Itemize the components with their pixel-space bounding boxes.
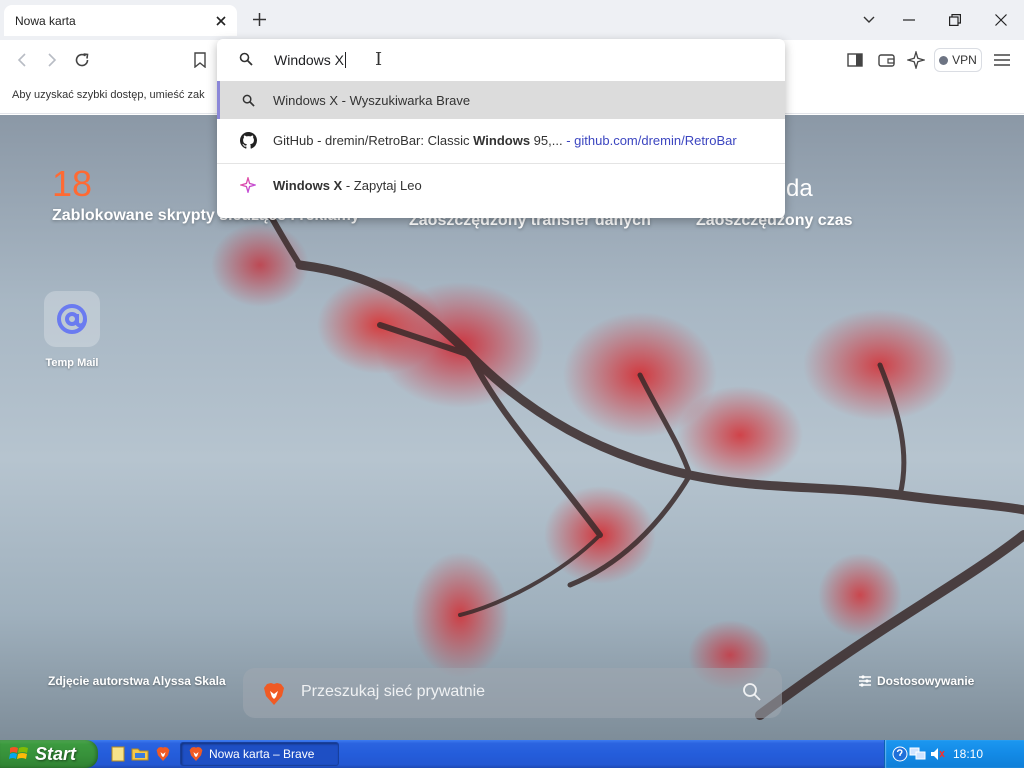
- i-beam-cursor-icon: I: [375, 49, 383, 70]
- document-icon: [111, 746, 125, 762]
- suggestion-query: Windows X: [273, 92, 339, 108]
- address-bar-query: Windows X: [274, 52, 345, 68]
- close-icon: [995, 14, 1007, 26]
- restore-button[interactable]: [940, 6, 970, 34]
- chevron-down-icon: [863, 16, 875, 23]
- minimize-button[interactable]: [894, 6, 924, 34]
- text-caret: [345, 52, 347, 68]
- folder-icon: [131, 748, 149, 761]
- arrow-right-icon: [48, 53, 57, 67]
- bookmark-icon: [194, 52, 206, 68]
- search-icon: [743, 683, 761, 701]
- tab-new-tab[interactable]: Nowa karta: [4, 5, 237, 36]
- start-button[interactable]: Start: [0, 740, 98, 768]
- close-window-button[interactable]: [986, 6, 1016, 34]
- reload-button[interactable]: [70, 48, 94, 72]
- suggestion-text: GitHub - dremin/RetroBar: Classic Window…: [273, 133, 737, 148]
- top-site-tile[interactable]: Temp Mail: [42, 291, 102, 369]
- customize-label: Dostosowywanie: [877, 674, 975, 688]
- address-bar-text: Windows X: [274, 52, 347, 68]
- volume-muted-icon[interactable]: [928, 745, 946, 763]
- vpn-status-dot: [939, 55, 949, 65]
- back-button[interactable]: [10, 48, 34, 72]
- wallet-button[interactable]: [874, 48, 898, 72]
- suggestion-search-brave[interactable]: Windows X - Wyszukiwarka Brave: [217, 81, 785, 119]
- suggestion-separator: -: [562, 132, 575, 148]
- reload-icon: [75, 53, 89, 67]
- ntp-search-box[interactable]: Przeszukaj sieć prywatnie: [243, 668, 782, 718]
- taskbar: Start Nowa karta – Brave 18:10: [0, 740, 1024, 768]
- stat-time-saved-value-wrap: da: [786, 175, 813, 203]
- vpn-label: VPN: [952, 53, 977, 67]
- network-icon[interactable]: [909, 745, 927, 763]
- suggestion-suffix: - Zapytaj Leo: [342, 177, 422, 193]
- suggestion-rest: 95,...: [530, 132, 563, 148]
- sidebar-icon: [847, 53, 863, 67]
- leo-sparkle-icon: [907, 51, 925, 69]
- suggestion-url: github.com/dremin/RetroBar: [574, 132, 737, 148]
- brave-lion-icon: [264, 683, 284, 705]
- wallet-icon: [877, 54, 895, 67]
- windows-logo-icon: [9, 747, 28, 759]
- system-tray: 18:10: [884, 740, 1024, 768]
- tab-strip: Nowa karta: [0, 0, 1024, 40]
- suggestion-match: Windows: [473, 132, 531, 148]
- brave-lion-icon: [189, 747, 203, 761]
- quicklaunch-brave[interactable]: [153, 744, 173, 764]
- main-menu-button[interactable]: [990, 48, 1014, 72]
- restore-icon: [949, 14, 961, 26]
- tab-title: Nowa karta: [15, 13, 76, 28]
- sliders-icon: [859, 675, 871, 687]
- sidebar-button[interactable]: [843, 48, 867, 72]
- taskbar-item-brave[interactable]: Nowa karta – Brave: [180, 742, 339, 766]
- omnibox-dropdown: Windows X I Windows X - Wyszukiwarka Bra…: [217, 39, 785, 218]
- suggestion-ask-leo[interactable]: Windows X - Zapytaj Leo: [217, 164, 785, 206]
- leo-ai-button[interactable]: [904, 48, 928, 72]
- search-placeholder: Przeszukaj sieć prywatnie: [301, 683, 486, 700]
- arrow-left-icon: [17, 53, 26, 67]
- brave-lion-icon: [156, 747, 170, 761]
- github-icon: [239, 131, 257, 149]
- bookmark-button[interactable]: [188, 48, 212, 72]
- temp-mail-icon: [44, 291, 100, 347]
- suggestion-text: Windows X - Wyszukiwarka Brave: [273, 93, 470, 108]
- leo-sparkle-icon: [239, 176, 257, 194]
- help-icon[interactable]: [891, 745, 909, 763]
- plus-icon: [252, 12, 266, 26]
- quicklaunch-explorer[interactable]: [130, 744, 150, 764]
- taskbar-item-label: Nowa karta – Brave: [209, 747, 315, 761]
- stat-time-value: da: [786, 175, 813, 202]
- suggestion-github-retrobar[interactable]: GitHub - dremin/RetroBar: Classic Window…: [217, 119, 785, 161]
- search-icon: [239, 52, 253, 66]
- clock: 18:10: [953, 747, 984, 761]
- top-site-name: Temp Mail: [45, 357, 99, 369]
- tab-search-button[interactable]: [854, 6, 884, 34]
- customize-button[interactable]: Dostosowywanie: [859, 674, 974, 688]
- suggestion-suffix: - Wyszukiwarka Brave: [338, 92, 471, 108]
- close-tab-icon[interactable]: [209, 9, 233, 33]
- start-label: Start: [35, 743, 77, 764]
- forward-button[interactable]: [40, 48, 64, 72]
- address-bar-input[interactable]: Windows X I: [217, 39, 785, 81]
- suggestion-match: Windows X: [273, 177, 343, 193]
- photo-credit[interactable]: Zdjęcie autorstwa Alyssa Skala: [48, 674, 226, 688]
- vpn-button[interactable]: VPN: [934, 48, 982, 72]
- suggestion-prefix: GitHub - dremin/RetroBar: Classic: [273, 132, 474, 148]
- quicklaunch-desktop[interactable]: [108, 744, 128, 764]
- bookmarks-bar-hint: Aby uzyskać szybki dostęp, umieść zak: [12, 89, 205, 101]
- suggestion-text: Windows X - Zapytaj Leo: [273, 178, 422, 193]
- hamburger-menu-icon: [994, 54, 1010, 66]
- new-tab-button[interactable]: [248, 8, 270, 30]
- search-icon: [239, 91, 257, 109]
- minimize-icon: [903, 19, 915, 21]
